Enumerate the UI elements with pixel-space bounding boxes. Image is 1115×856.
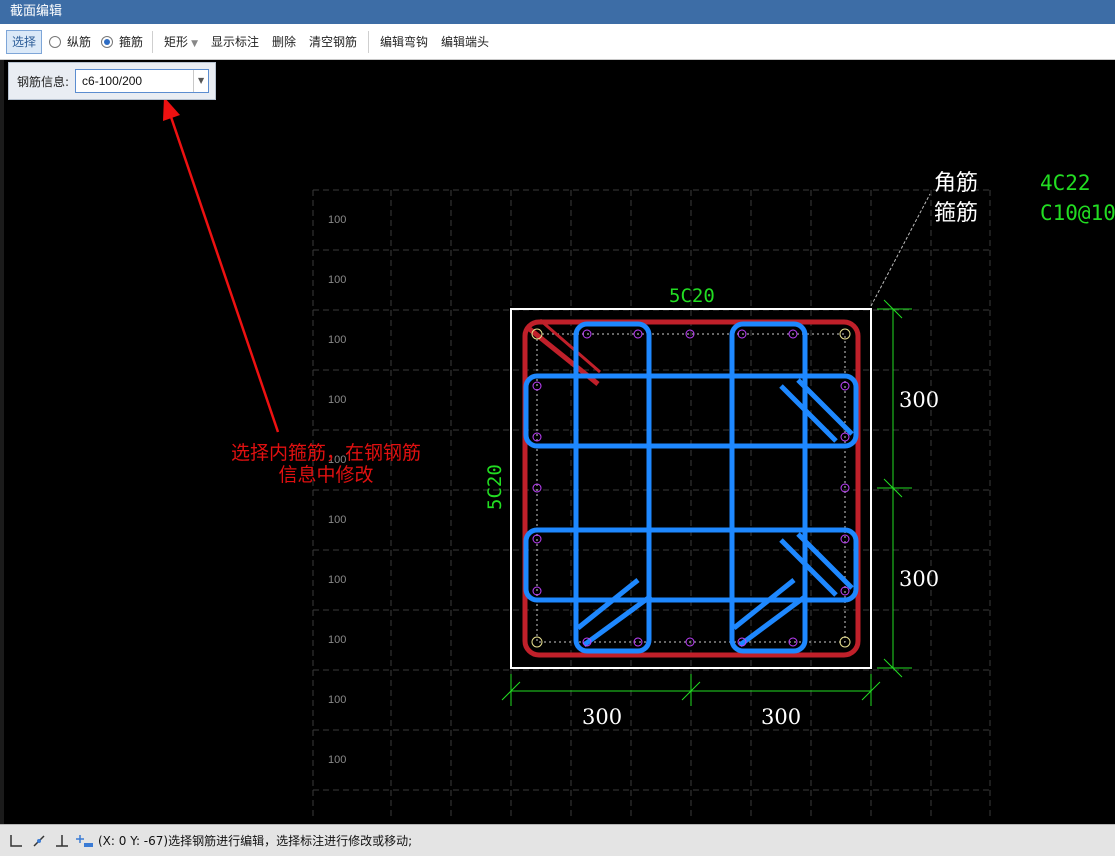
legend-corner-name: 角筋	[934, 171, 978, 196]
chevron-down-icon[interactable]: ▼	[193, 70, 208, 92]
grid-label: 100	[328, 334, 346, 346]
grid-label: 100	[328, 214, 346, 226]
toolbar-divider	[152, 30, 154, 53]
stirrup-radio-label: 箍筋	[119, 35, 144, 49]
stirrup-radio[interactable]: 箍筋	[97, 33, 143, 50]
add-annotation-icon[interactable]	[75, 831, 95, 851]
annotation-arrow	[168, 113, 280, 433]
grid-label: 100	[328, 274, 346, 286]
dimension-lines	[501, 299, 912, 706]
right-dimension-text[interactable]: 300	[899, 388, 939, 412]
delete-button[interactable]: 删除	[267, 30, 301, 54]
rebar-info-panel: 钢筋信息: ▼	[8, 62, 216, 100]
shape-dropdown[interactable]: 矩形 ▼	[159, 30, 203, 54]
grid-label: 100	[328, 694, 346, 706]
legend-corner-value[interactable]: 4C22	[1040, 171, 1091, 195]
toolbar: 选择 纵筋 箍筋 矩形 ▼ 显示标注 删除 清空钢筋 编辑弯钩 编辑端头	[0, 24, 1115, 60]
legend-stirrup-name: 箍筋	[934, 201, 978, 226]
radio-on-icon	[101, 35, 114, 48]
longitudinal-radio[interactable]: 纵筋	[45, 33, 91, 50]
show-annotation-button[interactable]: 显示标注	[206, 30, 264, 54]
legend-stirrup-value[interactable]: C10@10	[1040, 201, 1115, 225]
leader-line	[870, 193, 931, 307]
longitudinal-radio-label: 纵筋	[67, 35, 92, 49]
arrow-head-icon	[163, 97, 180, 121]
window-title: 截面编辑	[0, 0, 1115, 24]
inner-stirrup-hook[interactable]	[582, 593, 653, 648]
rebar-info-combo[interactable]: ▼	[75, 69, 210, 93]
grid-label: 100	[328, 514, 346, 526]
right-dimension-text[interactable]: 300	[899, 567, 939, 591]
inner-stirrup-hook[interactable]	[779, 384, 838, 443]
status-text: (X: 0 Y: -67)选择钢筋进行编辑，选择标注进行修改或移动;	[98, 834, 413, 848]
inner-stirrup-hook[interactable]	[732, 578, 796, 630]
bottom-dimension-text[interactable]: 300	[582, 705, 622, 729]
rebar-info-label: 钢筋信息:	[17, 74, 70, 89]
drawing-canvas[interactable]: 100 100 100 100 100 100 100 100 100 100	[0, 60, 1115, 824]
shape-dropdown-label: 矩形	[164, 34, 189, 49]
annotation-line-1: 选择内箍筋，在钢钢筋	[231, 442, 421, 464]
inner-stirrup-hook[interactable]	[576, 578, 640, 630]
top-rebar-label[interactable]: 5C20	[669, 285, 715, 307]
clear-rebar-button[interactable]: 清空钢筋	[304, 30, 362, 54]
grid-label: 100	[328, 754, 346, 766]
edit-end-button[interactable]: 编辑端头	[436, 30, 494, 54]
axis-icon[interactable]	[6, 831, 26, 851]
radio-off-icon	[49, 35, 62, 48]
perpendicular-icon[interactable]	[52, 831, 72, 851]
edit-hook-button[interactable]: 编辑弯钩	[375, 30, 433, 54]
grid-label: 100	[328, 574, 346, 586]
grid-label: 100	[328, 394, 346, 406]
toolbar-divider	[368, 30, 370, 53]
annotation-line-2: 信息中修改	[278, 464, 373, 486]
select-button[interactable]: 选择	[6, 29, 43, 54]
bottom-dimension-text[interactable]: 300	[761, 705, 801, 729]
inner-stirrup-hook[interactable]	[738, 593, 808, 648]
status-bar: (X: 0 Y: -67)选择钢筋进行编辑，选择标注进行修改或移动;	[0, 824, 1115, 856]
rebar-info-input[interactable]	[76, 70, 195, 92]
left-rebar-label[interactable]: 5C20	[484, 464, 506, 510]
diagonal-line-icon[interactable]	[29, 831, 49, 851]
chevron-down-icon: ▼	[191, 38, 198, 49]
grid-label: 100	[328, 634, 346, 646]
